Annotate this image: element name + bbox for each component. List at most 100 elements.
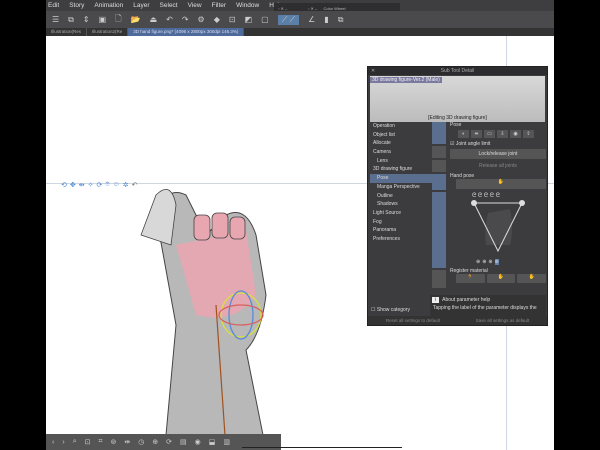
register-hand2-icon[interactable]: ✋ [517,274,547,283]
3d-hand-figure[interactable] [116,175,316,450]
new-icon[interactable]: ⧉ [68,15,74,25]
category-panorama[interactable]: Panorama [370,226,434,235]
crop-icon[interactable]: ⊡ [229,15,236,24]
menu-animation[interactable]: Animation [94,2,123,9]
move-icon[interactable]: ✥ [70,181,76,189]
save-icon[interactable]: ⏏ [150,15,158,24]
rotate-icon[interactable]: ⟳ [97,181,103,189]
pose-icon[interactable]: ✲ [123,181,129,189]
lock-release-joint-button[interactable]: Lock/release joint [450,149,546,159]
category-operation[interactable]: Operation [370,122,434,131]
help-text: Tapping the label of the parameter displ… [433,305,537,311]
copy-pose-icon[interactable]: ▭ [484,130,495,138]
paste-pose-icon[interactable]: ⇩ [497,130,508,138]
document-tabs: Illustration(Res Illustration2(Re 3D han… [46,28,554,36]
camera-icon[interactable]: ◉ [195,438,201,446]
undo-pose-icon[interactable]: ↶ [132,181,138,189]
switch-icon[interactable]: ⇕ [83,15,90,24]
menu-select[interactable]: Select [160,2,178,9]
new-file-icon[interactable]: 🗋 [115,13,121,27]
show-category-checkbox[interactable]: ☐ Show category [371,307,410,313]
category-manga-perspective[interactable]: Manga Perspective [370,183,434,192]
category-allocate[interactable]: Allocate [370,139,434,148]
gallery-icon[interactable]: ▣ [99,15,107,24]
category-pose[interactable]: Pose [370,174,434,183]
undo-icon[interactable]: ↶ [166,15,173,24]
ruler-icon[interactable]: ▢ [261,15,269,24]
info-icon: i [432,297,439,303]
category-object-list[interactable]: Object list [370,131,434,140]
category-3d-drawing-figure[interactable]: 3D drawing figure [370,165,434,174]
category-lens[interactable]: Lens [370,157,434,166]
move-xyz-icon[interactable]: ✧ [88,181,94,189]
panel-toggle-icon[interactable]: ▥ [223,438,230,446]
pose-camera-icon[interactable]: ◉ [510,130,521,138]
register-hand-icon[interactable]: ✋ [486,274,516,283]
snap-grid-icon[interactable]: ∠ [308,15,315,24]
camera-rotate-icon[interactable]: ⟲ [61,181,67,189]
prev-icon[interactable]: ‹ [52,439,54,446]
zoom-icon[interactable]: ⌕ [73,438,77,446]
tab-illustration-2[interactable]: Illustration2(Re [87,28,129,36]
close-icon[interactable]: ✕ [371,67,375,75]
category-camera[interactable]: Camera [370,148,434,157]
flip-icon[interactable]: ⇹ [124,438,130,446]
menu-layer[interactable]: Layer [133,2,149,9]
lock-fingers-icon[interactable]: ⊕ [488,259,492,265]
pose-label: Pose [450,122,462,128]
menu-story[interactable]: Story [69,2,84,9]
category-light-source[interactable]: Light Source [370,209,434,218]
reset-all-settings-button[interactable]: Reset all settings to default [386,318,440,323]
snap-ruler-icon[interactable]: ⟋ ⟋ [277,14,300,25]
menu-view[interactable]: View [188,2,202,9]
rotate-view-icon[interactable]: ⊚ [110,438,116,446]
tone-icon[interactable]: ◩ [245,15,253,24]
fill-icon[interactable]: ◆ [214,15,220,24]
pan-icon[interactable]: ⇹ [79,181,85,189]
command-bar: ☰ ⧉ ⇕ ▣ 🗋 📂 ⏏ ↶ ↷ ⚙ ◆ ⊡ ◩ ▢ ⟋ ⟋ ∠ ▮ ⧉ [46,11,554,28]
adjust-icon[interactable]: ⬓ [209,438,216,446]
category-shadows[interactable]: Shadows [370,200,434,209]
export-pose-icon[interactable]: ⇧ [523,130,534,138]
lock-index-icon[interactable]: ⊕ [482,259,486,265]
register-pose-icon[interactable]: 🏃 [456,274,485,283]
companion-icon[interactable]: ⧉ [338,15,344,25]
next-icon[interactable]: › [62,439,64,446]
figure-icon[interactable]: ☺ [113,181,120,189]
figure-preview: 3D drawing figure-Ver.2 (Male) [Editing … [370,76,545,122]
reset-pose-icon[interactable]: ◐ [458,130,469,138]
tab-3d-hand-figure[interactable]: 3D hand figure.png* (4096 x 2800px 300dp… [128,28,245,36]
fit-icon[interactable]: ⊡ [85,438,91,446]
zoom-in-icon[interactable]: ⊕ [152,438,158,446]
hand-pose-button[interactable]: ✋ [456,179,546,189]
category-preferences[interactable]: Preferences [370,235,434,244]
settings-icon[interactable]: ⚙ [198,15,205,24]
save-all-settings-button[interactable]: Save all settings as default [476,318,530,323]
menu-window[interactable]: Window [236,2,259,9]
reset-rotate-icon[interactable]: ◷ [138,438,144,446]
lock-thumb-icon[interactable]: ⊕ [476,259,480,265]
open-icon[interactable]: 📂 [131,15,141,24]
release-all-joints-button[interactable]: Release all joints [450,163,546,169]
device-icon[interactable]: ▮ [324,15,328,24]
category-list: Operation Object list Allocate Camera Le… [370,122,434,244]
rotate-icon[interactable]: ⟳ [166,438,172,446]
hand-pose-controller[interactable]: ᘓ ᘓ ᘓ ᘓ ᘓ [450,189,546,261]
flip-pose-icon[interactable]: ⇹ [471,130,482,138]
menu-filter[interactable]: Filter [212,2,226,9]
help-title: About parameter help [442,297,491,303]
panel-footer: Reset all settings to default Save all s… [368,316,547,325]
category-fog[interactable]: Fog [370,218,434,227]
lock-all-icon[interactable]: ⊕ [494,259,499,265]
category-outline[interactable]: Outline [370,192,434,201]
category-scroll-bars[interactable] [432,122,446,288]
reset-icon[interactable]: ⌾ [105,181,109,189]
redo-icon[interactable]: ↷ [182,15,189,24]
joint-angle-limit-checkbox[interactable]: ☑ Joint angle limit [450,141,546,147]
actual-size-icon[interactable]: ⌗ [98,438,102,446]
preview-caption: [Editing 3D drawing figure] [428,115,487,121]
menu-edit[interactable]: Edit [48,2,59,9]
menu-icon[interactable]: ☰ [52,15,59,24]
tab-illustration-1[interactable]: Illustration(Res [46,28,88,36]
layers-icon[interactable]: ▤ [180,438,187,446]
